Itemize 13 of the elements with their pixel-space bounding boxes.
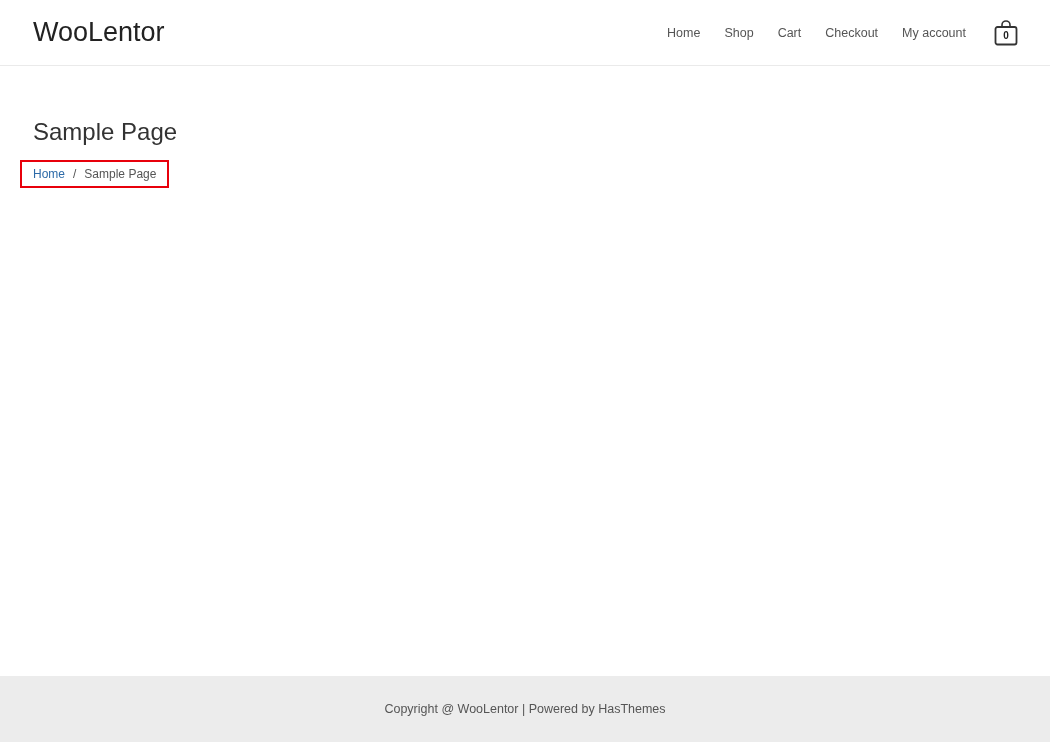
site-title[interactable]: WooLentor [33, 17, 165, 48]
page-title: Sample Page [33, 118, 179, 146]
shopping-bag-icon [994, 19, 1018, 46]
nav-link[interactable]: Cart [777, 25, 802, 40]
nav-link[interactable]: Checkout [825, 25, 879, 40]
nav-link[interactable]: Home [667, 25, 701, 40]
breadcrumb-current: Sample Page [84, 167, 157, 181]
breadcrumb-link[interactable]: Home [33, 167, 65, 181]
nav-link[interactable]: Shop [724, 25, 754, 40]
cart-button[interactable]: 0 [994, 19, 1018, 46]
copyright-text: Copyright @ WooLentor | Powered by HasThemes [384, 702, 666, 716]
breadcrumb-separator: / [73, 167, 77, 181]
nav-link[interactable]: My account [902, 25, 966, 40]
